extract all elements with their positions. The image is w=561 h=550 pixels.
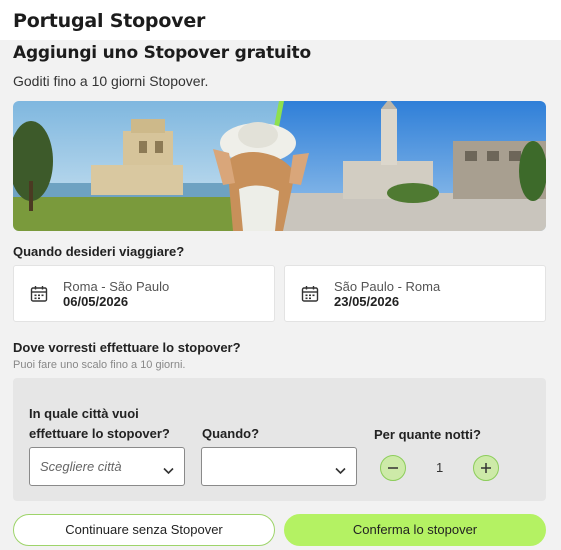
- chevron-down-icon: [335, 462, 346, 480]
- nights-label: Per quante notti?: [374, 427, 481, 442]
- minus-icon: [388, 467, 398, 469]
- outbound-route: Roma - São Paulo: [63, 279, 170, 294]
- nights-decrement-button[interactable]: [380, 455, 406, 481]
- chevron-down-icon: [163, 462, 174, 480]
- calendar-icon: [301, 285, 319, 308]
- city-label-line2: effettuare lo stopover?: [29, 426, 170, 441]
- calendar-icon: [30, 285, 48, 308]
- offer-title: Aggiungi uno Stopover gratuito: [13, 43, 311, 63]
- plus-icon: [481, 463, 491, 473]
- outbound-date: 06/05/2026: [63, 294, 129, 309]
- city-label-line1: In quale città vuoi: [29, 406, 139, 421]
- return-date-card[interactable]: São Paulo - Roma 23/05/2026: [284, 265, 546, 322]
- page-title: Portugal Stopover: [13, 10, 206, 32]
- when-label: Quando?: [202, 426, 260, 441]
- confirm-stopover-button[interactable]: Conferma lo stopover: [284, 514, 546, 546]
- nights-increment-button[interactable]: [473, 455, 499, 481]
- travel-question: Quando desideri viaggiare?: [13, 244, 185, 259]
- stopover-hint: Puoi fare uno scalo fino a 10 giorni.: [13, 359, 186, 371]
- nights-value: 1: [436, 460, 444, 475]
- city-label: In quale città vuoi effettuare lo stopov…: [29, 404, 170, 444]
- city-select-placeholder: Scegliere città: [40, 459, 122, 474]
- hero-image: [13, 101, 546, 231]
- outbound-date-card[interactable]: Roma - São Paulo 06/05/2026: [13, 265, 275, 322]
- return-date: 23/05/2026: [334, 294, 400, 309]
- city-select[interactable]: Scegliere città: [29, 447, 185, 486]
- continue-without-stopover-button[interactable]: Continuare senza Stopover: [13, 514, 275, 546]
- offer-subtitle: Goditi fino a 10 giorni Stopover.: [13, 73, 209, 89]
- return-route: São Paulo - Roma: [334, 279, 441, 294]
- when-select[interactable]: [201, 447, 357, 486]
- stopover-question: Dove vorresti effettuare lo stopover?: [13, 340, 241, 355]
